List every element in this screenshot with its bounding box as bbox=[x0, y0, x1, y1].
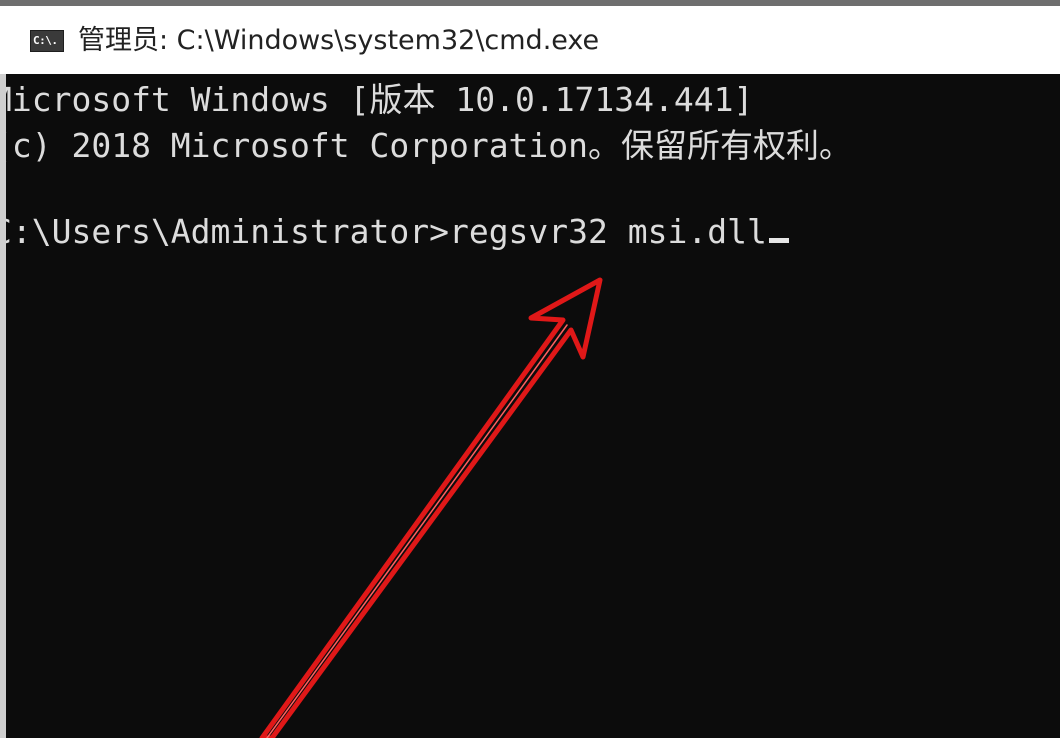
text-cursor bbox=[768, 238, 789, 243]
cmd-icon-label: C:\. bbox=[33, 34, 58, 47]
console-line-copyright: (c) 2018 Microsoft Corporation。保留所有权利。 bbox=[0, 126, 853, 165]
cmd-window: C:\. 管理员: C:\Windows\system32\cmd.exe Mi… bbox=[0, 0, 1060, 738]
window-title: 管理员: C:\Windows\system32\cmd.exe bbox=[78, 25, 600, 56]
cmd-icon[interactable]: C:\. bbox=[30, 30, 64, 52]
console-command-text: C:\Users\Administrator>regsvr32 msi.dll bbox=[0, 212, 767, 251]
console-command-line[interactable]: C:\Users\Administrator>regsvr32 msi.dll bbox=[0, 212, 789, 252]
console-line-version: Microsoft Windows [版本 10.0.17134.441] bbox=[0, 80, 754, 119]
title-bar[interactable]: C:\. 管理员: C:\Windows\system32\cmd.exe bbox=[0, 6, 1060, 74]
console-output-area[interactable]: Microsoft Windows [版本 10.0.17134.441] (c… bbox=[0, 74, 1060, 738]
